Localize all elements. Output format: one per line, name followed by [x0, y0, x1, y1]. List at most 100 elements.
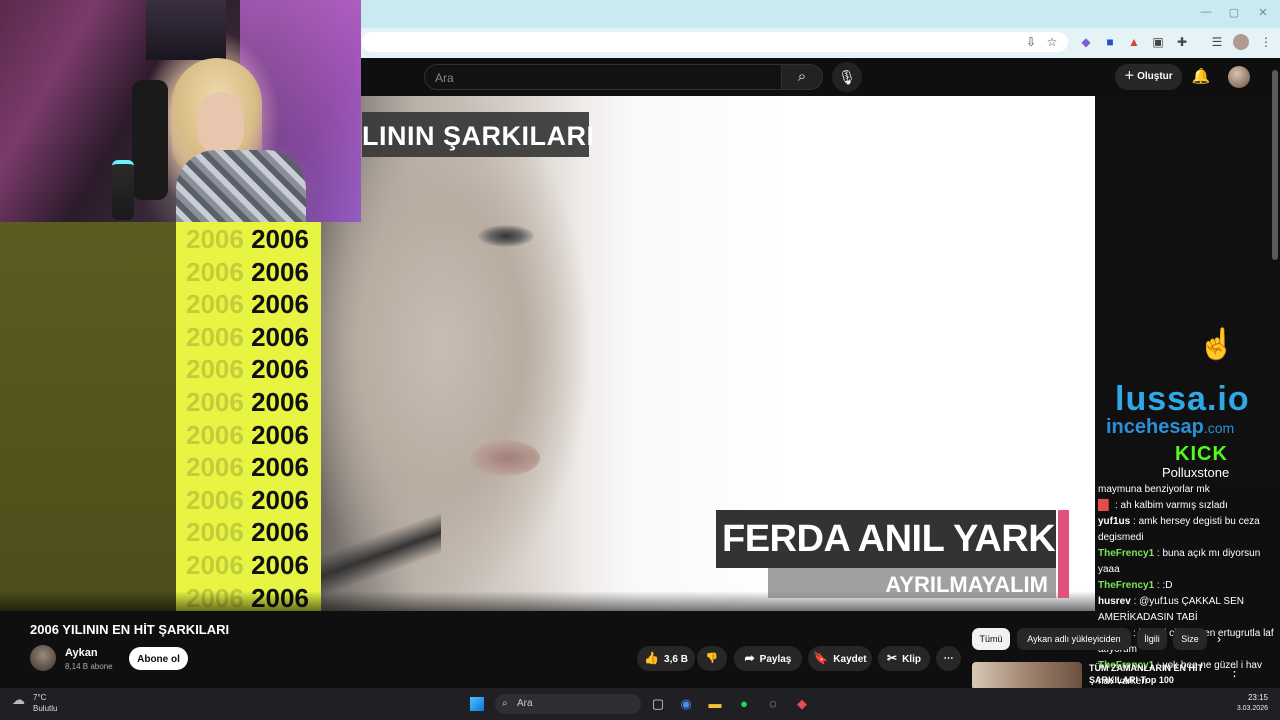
save-button[interactable]: 🔖 Kaydet — [808, 646, 872, 671]
year-text-faint: 2006 — [186, 419, 244, 450]
chat-message: TheFrency1 : buna açık mı diyorsun yaaa — [1098, 546, 1280, 578]
share-label: Paylaş — [759, 654, 792, 665]
clock-time[interactable]: 23:15 — [1236, 693, 1268, 702]
profile-icon[interactable] — [1233, 34, 1249, 50]
extension-icon[interactable]: ▣ — [1150, 34, 1166, 50]
year-column: 2006 2006 2006 2006 2006 2006 2006 2006 2006… — [176, 222, 321, 611]
chat-username[interactable]: TheFrency1 — [1098, 548, 1154, 559]
chip-for-you[interactable]: Size — [1173, 628, 1207, 650]
related-video-title[interactable]: TÜM ZAMANLARIN EN HİT ŞARKILARI Top 100 — [1089, 662, 1229, 686]
more-dots-icon: ⋯ — [943, 653, 954, 664]
channel-avatar[interactable] — [30, 645, 56, 671]
video-title: 2006 YILININ EN HİT ŞARKILARI — [30, 622, 230, 637]
webcam-face — [198, 92, 244, 154]
subscribe-button[interactable]: Abone ol — [129, 647, 188, 670]
menu-dots-icon[interactable]: ⋮ — [1258, 34, 1274, 50]
media-controls-icon[interactable]: ☰ — [1209, 34, 1225, 50]
app-icon[interactable]: ◌ — [763, 694, 783, 714]
avatar[interactable] — [1228, 66, 1250, 88]
kick-logo: KICK — [1175, 443, 1228, 465]
scissors-icon: ✂ — [887, 651, 898, 665]
year-row: 2006 2006 — [176, 320, 321, 353]
year-text-faint: 2006 — [186, 224, 244, 254]
chat-username[interactable]: husrev — [1098, 596, 1131, 607]
address-bar[interactable] — [362, 32, 1068, 52]
windows-start-icon[interactable] — [470, 697, 484, 711]
year-row: 2006 2006 — [176, 418, 321, 451]
foam-hand-icon: ☝ — [1198, 328, 1236, 361]
task-view-icon[interactable]: ▢ — [648, 694, 668, 714]
chat-text: maymuna benziyorlar mk — [1098, 484, 1210, 495]
extension-icon[interactable]: ■ — [1102, 34, 1118, 50]
more-actions-button[interactable]: ⋯ — [936, 646, 961, 671]
year-text: 2006 — [251, 484, 309, 515]
year-row: 2006 2006 — [176, 515, 321, 548]
kick-username: Polluxstone — [1162, 465, 1230, 480]
chat-message: yuf1us : amk hersey degisti bu ceza degi… — [1098, 514, 1280, 546]
create-button[interactable]: ＋ Oluştur — [1115, 64, 1182, 90]
sponsor-incehesap: incehesap.com — [1106, 416, 1256, 440]
minimize-icon[interactable]: — — [1198, 6, 1214, 18]
related-more-icon[interactable]: ⋮ — [1228, 664, 1241, 680]
clip-label: Klip — [902, 654, 921, 665]
chip-from-uploader[interactable]: Aykan adlı yükleyiciden — [1017, 628, 1131, 650]
close-icon[interactable]: ✕ — [1255, 6, 1271, 19]
year-row: 2006 2006 — [176, 483, 321, 516]
webcam-window — [146, 0, 226, 60]
extension-fox-icon[interactable]: ▲ — [1126, 34, 1142, 50]
chat-username[interactable]: yuf1us — [1098, 516, 1130, 527]
year-text: 2006 — [251, 452, 309, 483]
like-count: 3,6 B — [664, 654, 688, 665]
weather-temp: 7°C — [33, 693, 47, 702]
share-button[interactable]: ➦ Paylaş — [734, 646, 802, 671]
year-text-faint: 2006 — [186, 386, 244, 417]
search-input[interactable]: Ara — [424, 64, 782, 90]
taskbar-search-label: Ara — [517, 698, 533, 709]
chat-message: husrev : @yuf1us ÇAKKAL SEN AMERİKADASIN… — [1098, 594, 1280, 626]
year-text-faint: 2006 — [186, 256, 244, 287]
year-row: 2006 2006 — [176, 548, 321, 581]
chip-related[interactable]: İlgili — [1137, 628, 1167, 650]
install-icon[interactable]: ⇩ — [1023, 34, 1039, 50]
chat-text: : ah kalbim varmış sızladı — [1114, 500, 1228, 511]
share-icon: ➦ — [744, 651, 755, 665]
extensions-puzzle-icon[interactable]: ✚ — [1174, 34, 1190, 50]
year-text-faint: 2006 — [186, 289, 244, 320]
chrome-icon[interactable]: ◉ — [676, 694, 696, 714]
maximize-icon[interactable]: ▢ — [1226, 6, 1242, 19]
scrollbar[interactable] — [1272, 70, 1278, 260]
channel-name[interactable]: Aykan — [65, 647, 98, 659]
chat-message: █▌ : ah kalbim varmış sızladı — [1098, 498, 1280, 514]
file-explorer-icon[interactable]: ▬ — [705, 694, 725, 714]
clock-date[interactable]: 3.03.2026 — [1222, 705, 1268, 712]
dislike-button[interactable]: 👎 — [697, 646, 727, 671]
year-text: 2006 — [251, 354, 309, 385]
subscriber-count: 8,14 B abone — [65, 662, 113, 671]
extension-icon[interactable]: ◆ — [1078, 34, 1094, 50]
search-icon[interactable]: ⌕ — [781, 64, 823, 90]
chat-username[interactable]: █▌ — [1098, 500, 1112, 511]
clip-button[interactable]: ✂ Klip — [878, 646, 930, 671]
notifications-bell-icon[interactable]: 🔔 — [1191, 66, 1211, 88]
year-text-faint: 2006 — [186, 354, 244, 385]
weather-cloud-icon[interactable]: ☁ — [12, 692, 25, 708]
like-button[interactable]: 👍 3,6 B — [637, 646, 695, 671]
lower-third-accent — [1058, 510, 1069, 598]
taskbar-search[interactable]: ⌕ Ara — [495, 694, 641, 714]
chat-message: TheFrency1 : :D — [1098, 578, 1280, 594]
year-text: 2006 — [251, 419, 309, 450]
year-row: 2006 2006 — [176, 385, 321, 418]
app-icon[interactable]: ◆ — [792, 694, 812, 714]
artist-lower-third: FERDA ANIL YARKIN — [716, 510, 1093, 568]
related-video-thumbnail[interactable] — [972, 662, 1082, 690]
sponsor-lussa: lussa.io — [1115, 380, 1250, 418]
microphone-icon[interactable]: 🎙 — [832, 62, 862, 92]
chevron-right-icon[interactable]: › — [1217, 632, 1221, 646]
video-frame-hair — [321, 500, 441, 595]
bookmark-star-icon[interactable]: ☆ — [1044, 34, 1060, 50]
chip-all[interactable]: Tümü — [972, 628, 1010, 650]
chat-username[interactable]: TheFrency1 — [1098, 580, 1154, 591]
spotify-icon[interactable]: ● — [734, 694, 754, 714]
year-row: 2006 2006 — [176, 287, 321, 320]
video-left-panel — [0, 222, 176, 611]
